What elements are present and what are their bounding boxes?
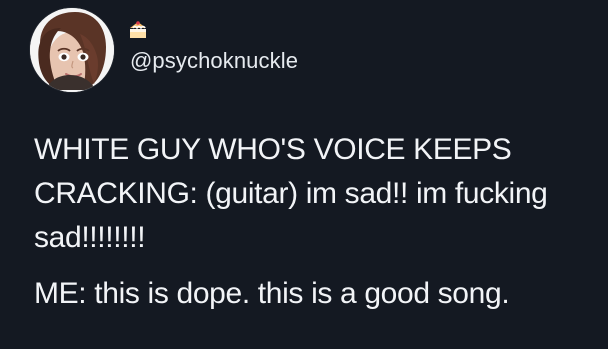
tweet-card: @psychoknuckle WHITE GUY WHO'S VOICE KEE… [0, 0, 608, 349]
tweet-body: WHITE GUY WHO'S VOICE KEEPS CRACKING: (g… [34, 128, 582, 316]
tweet-paragraph: WHITE GUY WHO'S VOICE KEEPS CRACKING: (g… [34, 133, 548, 254]
author-handle[interactable]: @psychoknuckle [130, 50, 298, 72]
tweet-paragraph: ME: this is dope. this is a good song. [34, 277, 510, 310]
author-info: @psychoknuckle [126, 18, 386, 78]
avatar[interactable] [30, 8, 114, 92]
cake-icon [126, 18, 150, 42]
